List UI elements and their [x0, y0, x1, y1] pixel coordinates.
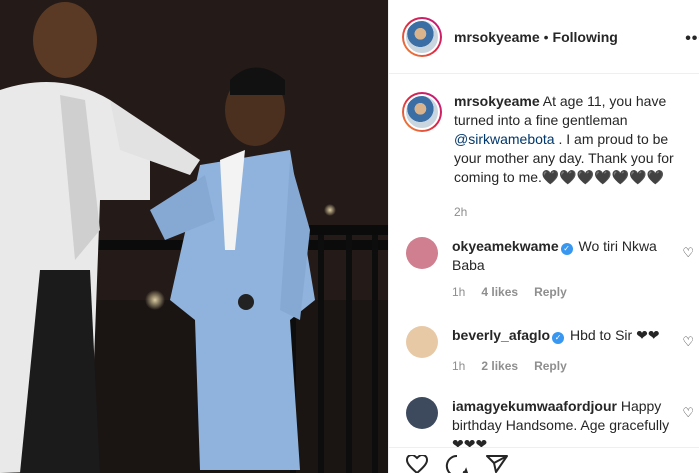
comment-like-heart-icon[interactable]: ♡: [682, 334, 694, 350]
comment-meta: 1h 4 likes Reply: [452, 283, 676, 302]
caption-username[interactable]: mrsokyeame: [454, 93, 540, 109]
reply-button[interactable]: Reply: [534, 283, 567, 302]
comment-item: okyeamekwame ✓ Wo tiri Nkwa Baba 1h 4 lik…: [402, 237, 699, 302]
comment-likes[interactable]: 4 likes: [481, 283, 518, 302]
avatar-image: [404, 94, 440, 130]
caption-mention-link[interactable]: @sirkwamebota: [454, 131, 555, 147]
post-header: mrsokyeame • Following •••: [389, 0, 699, 74]
comment-text: Hbd to Sir ❤❤: [569, 327, 660, 343]
comment-time[interactable]: 1h: [452, 283, 465, 302]
author-username[interactable]: mrsokyeame: [454, 29, 540, 45]
avatar-image: [404, 18, 440, 55]
verified-badge-icon: ✓: [552, 332, 565, 344]
post-timestamp[interactable]: 2h: [454, 203, 684, 222]
comment-likes[interactable]: 2 likes: [481, 357, 518, 376]
comment-body: beverly_afaglo ✓ Hbd to Sir ❤❤ 1h 2 likes…: [452, 326, 676, 376]
photo-illustration: [0, 0, 388, 473]
comment-time[interactable]: 1h: [452, 357, 465, 376]
comment-item: iamagyekumwaafordjour Happy birthday Han…: [402, 397, 699, 454]
comment-body: iamagyekumwaafordjour Happy birthday Han…: [452, 397, 676, 454]
post-photo[interactable]: [0, 0, 388, 473]
comment-meta: 1h 2 likes Reply: [452, 357, 676, 376]
commenter-username[interactable]: beverly_afaglo: [452, 327, 550, 343]
comment-icon[interactable]: [445, 455, 469, 473]
post-caption: mrsokyeame At age 11, you have turned in…: [402, 92, 692, 222]
reply-button[interactable]: Reply: [534, 357, 567, 376]
verified-badge-icon: ✓: [560, 243, 573, 255]
separator-dot: •: [543, 28, 549, 45]
comment-body: okyeamekwame ✓ Wo tiri Nkwa Baba 1h 4 lik…: [452, 237, 676, 302]
post-actions-bar: [389, 447, 699, 473]
comment-like-heart-icon[interactable]: ♡: [682, 245, 694, 261]
comment-item: beverly_afaglo ✓ Hbd to Sir ❤❤ 1h 2 likes…: [402, 326, 699, 376]
heart-icon[interactable]: [405, 455, 429, 473]
commenter-username[interactable]: okyeamekwame: [452, 238, 559, 254]
commenter-username[interactable]: iamagyekumwaafordjour: [452, 398, 617, 414]
caption-body: mrsokyeame At age 11, you have turned in…: [454, 92, 684, 222]
post-side-panel: mrsokyeame • Following ••• mrsokyeame At…: [388, 0, 699, 473]
more-horizontal-icon[interactable]: •••: [685, 30, 699, 48]
commenter-avatar[interactable]: [406, 326, 438, 358]
comment-like-heart-icon[interactable]: ♡: [682, 405, 694, 421]
author-avatar[interactable]: [402, 16, 442, 57]
commenter-avatar[interactable]: [406, 397, 438, 429]
caption-author-avatar[interactable]: [402, 92, 442, 132]
share-icon[interactable]: [485, 455, 509, 473]
commenter-avatar[interactable]: [406, 237, 438, 269]
following-button[interactable]: Following: [553, 29, 618, 45]
